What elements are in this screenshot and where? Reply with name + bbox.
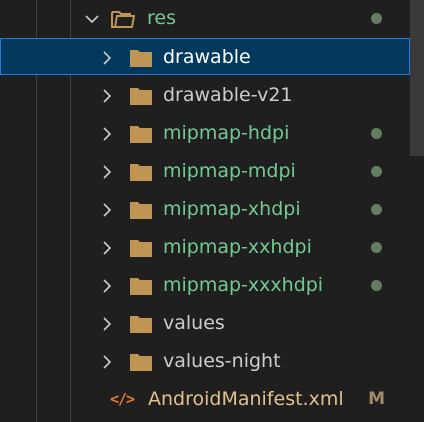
tree-item-label: res: [147, 7, 176, 29]
tree-item-label: values: [163, 312, 225, 334]
tree-item-label: mipmap-hdpi: [163, 122, 290, 144]
tree-folder-mipmap-hdpi[interactable]: mipmap-hdpi: [0, 115, 410, 152]
folder-icon: [129, 200, 153, 220]
status-dot: [371, 204, 382, 215]
tree-item-label: drawable-v21: [163, 84, 293, 106]
tree-folder-res[interactable]: res: [0, 0, 410, 37]
tree-item-label: mipmap-xxxhdpi: [163, 274, 324, 296]
tree-file-android-manifest[interactable]: </> AndroidManifest.xml M: [0, 381, 410, 418]
chevron-right-icon[interactable]: [96, 343, 118, 380]
folder-open-icon: [111, 9, 135, 29]
scrollbar-thumb[interactable]: [410, 0, 424, 156]
folder-icon: [129, 86, 153, 106]
chevron-right-icon[interactable]: [96, 39, 118, 76]
tree-folder-drawable-v21[interactable]: drawable-v21: [0, 77, 410, 114]
tree-item-label: AndroidManifest.xml: [148, 388, 344, 410]
folder-icon: [129, 352, 153, 372]
tree-item-label: mipmap-xhdpi: [163, 198, 301, 220]
tree-item-label: drawable: [163, 46, 251, 68]
status-dot: [371, 242, 382, 253]
file-explorer-tree: res drawable drawable-v21 mipmap-hdpi mi…: [0, 0, 424, 422]
chevron-right-icon[interactable]: [96, 191, 118, 228]
chevron-right-icon[interactable]: [96, 229, 118, 266]
tree-folder-values[interactable]: values: [0, 305, 410, 342]
tree-item-label: values-night: [163, 350, 281, 372]
status-dot: [371, 128, 382, 139]
tree-folder-values-night[interactable]: values-night: [0, 343, 410, 380]
tree-folder-mipmap-xxhdpi[interactable]: mipmap-xxhdpi: [0, 229, 410, 266]
status-dot: [371, 280, 382, 291]
tree-item-label: mipmap-xxhdpi: [163, 236, 312, 258]
folder-icon: [129, 162, 153, 182]
tree-folder-mipmap-xhdpi[interactable]: mipmap-xhdpi: [0, 191, 410, 228]
tree-item-label: mipmap-mdpi: [163, 160, 296, 182]
status-dot: [371, 166, 382, 177]
chevron-right-icon[interactable]: [96, 153, 118, 190]
folder-icon: [129, 48, 153, 68]
chevron-right-icon[interactable]: [96, 115, 118, 152]
tree-folder-drawable[interactable]: drawable: [0, 38, 410, 75]
chevron-down-icon[interactable]: [81, 0, 103, 37]
folder-icon: [129, 314, 153, 334]
git-modified-badge: M: [368, 389, 385, 409]
xml-file-icon: </>: [110, 390, 135, 408]
status-dot: [371, 13, 382, 24]
tree-folder-mipmap-xxxhdpi[interactable]: mipmap-xxxhdpi: [0, 267, 410, 304]
folder-icon: [129, 238, 153, 258]
folder-icon: [129, 124, 153, 144]
chevron-right-icon[interactable]: [96, 77, 118, 114]
tree-folder-mipmap-mdpi[interactable]: mipmap-mdpi: [0, 153, 410, 190]
folder-icon: [129, 276, 153, 296]
chevron-right-icon[interactable]: [96, 267, 118, 304]
chevron-right-icon[interactable]: [96, 305, 118, 342]
